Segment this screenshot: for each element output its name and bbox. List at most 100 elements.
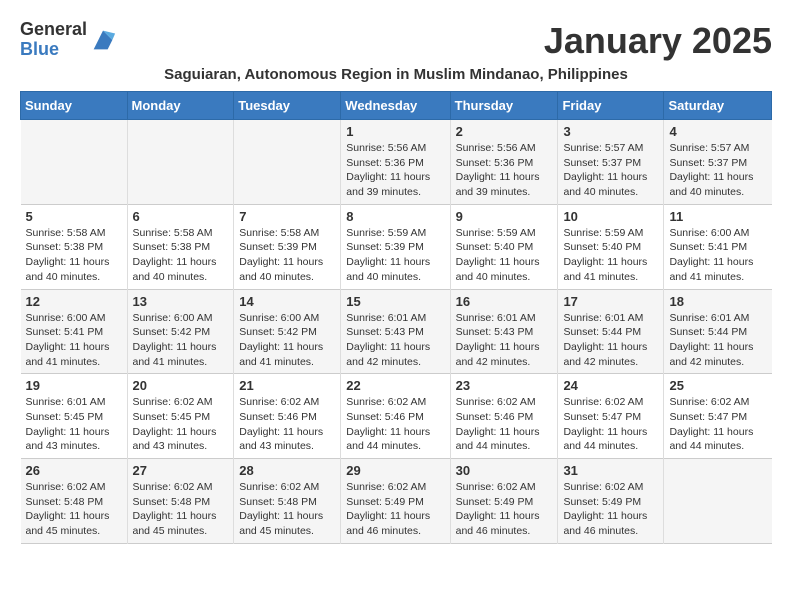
- day-info: Sunrise: 6:00 AM Sunset: 5:41 PM Dayligh…: [26, 311, 122, 370]
- calendar-cell: [234, 120, 341, 205]
- weekday-header-monday: Monday: [127, 92, 234, 120]
- day-number: 9: [456, 209, 553, 224]
- weekday-header-tuesday: Tuesday: [234, 92, 341, 120]
- calendar-week-row: 12Sunrise: 6:00 AM Sunset: 5:41 PM Dayli…: [21, 289, 772, 374]
- calendar-cell: 3 Sunrise: 5:57 AM Sunset: 5:37 PM Daylig…: [558, 120, 664, 205]
- calendar-cell: 22 Sunrise: 6:02 AM Sunset: 5:46 PM Dayli…: [341, 374, 450, 459]
- day-info: Sunrise: 5:58 AM Sunset: 5:39 PM Dayligh…: [239, 226, 335, 285]
- weekday-header-wednesday: Wednesday: [341, 92, 450, 120]
- calendar-cell: 6Sunrise: 5:58 AM Sunset: 5:38 PM Daylig…: [127, 204, 234, 289]
- day-number: 16: [456, 294, 553, 309]
- day-number: 5: [26, 209, 122, 224]
- calendar-week-row: 26 Sunrise: 6:02 AM Sunset: 5:48 PM Dayli…: [21, 459, 772, 544]
- day-number: 4: [669, 124, 766, 139]
- day-info: Sunrise: 6:01 AM Sunset: 5:44 PM Dayligh…: [669, 311, 766, 370]
- calendar-cell: 8 Sunrise: 5:59 AM Sunset: 5:39 PM Daylig…: [341, 204, 450, 289]
- day-info: Sunrise: 6:02 AM Sunset: 5:47 PM Dayligh…: [669, 395, 766, 454]
- calendar-cell: [127, 120, 234, 205]
- day-number: 3: [563, 124, 658, 139]
- day-info: Sunrise: 6:01 AM Sunset: 5:44 PM Dayligh…: [563, 311, 658, 370]
- day-number: 30: [456, 463, 553, 478]
- calendar-cell: 21 Sunrise: 6:02 AM Sunset: 5:46 PM Dayli…: [234, 374, 341, 459]
- day-info: Sunrise: 6:02 AM Sunset: 5:46 PM Dayligh…: [239, 395, 335, 454]
- calendar-cell: 14 Sunrise: 6:00 AM Sunset: 5:42 PM Dayli…: [234, 289, 341, 374]
- calendar-cell: [664, 459, 772, 544]
- calendar-cell: 27 Sunrise: 6:02 AM Sunset: 5:48 PM Dayli…: [127, 459, 234, 544]
- day-number: 14: [239, 294, 335, 309]
- calendar-cell: 26 Sunrise: 6:02 AM Sunset: 5:48 PM Dayli…: [21, 459, 128, 544]
- calendar-cell: 7Sunrise: 5:58 AM Sunset: 5:39 PM Daylig…: [234, 204, 341, 289]
- day-number: 27: [133, 463, 229, 478]
- logo-blue-text: Blue: [20, 40, 87, 60]
- day-info: Sunrise: 6:02 AM Sunset: 5:49 PM Dayligh…: [346, 480, 444, 539]
- calendar-cell: 15 Sunrise: 6:01 AM Sunset: 5:43 PM Dayli…: [341, 289, 450, 374]
- day-number: 29: [346, 463, 444, 478]
- calendar-cell: 25Sunrise: 6:02 AM Sunset: 5:47 PM Dayli…: [664, 374, 772, 459]
- logo-icon: [89, 26, 117, 54]
- page-header: General Blue January 2025: [20, 20, 772, 62]
- calendar-cell: 20 Sunrise: 6:02 AM Sunset: 5:45 PM Dayli…: [127, 374, 234, 459]
- calendar-cell: 10 Sunrise: 5:59 AM Sunset: 5:40 PM Dayli…: [558, 204, 664, 289]
- logo-general-text: General: [20, 20, 87, 40]
- day-number: 31: [563, 463, 658, 478]
- calendar-cell: [21, 120, 128, 205]
- day-info: Sunrise: 6:02 AM Sunset: 5:48 PM Dayligh…: [26, 480, 122, 539]
- day-info: Sunrise: 5:59 AM Sunset: 5:40 PM Dayligh…: [563, 226, 658, 285]
- calendar-cell: 11Sunrise: 6:00 AM Sunset: 5:41 PM Dayli…: [664, 204, 772, 289]
- day-number: 1: [346, 124, 444, 139]
- day-number: 22: [346, 378, 444, 393]
- day-info: Sunrise: 6:02 AM Sunset: 5:46 PM Dayligh…: [346, 395, 444, 454]
- day-info: Sunrise: 5:57 AM Sunset: 5:37 PM Dayligh…: [563, 141, 658, 200]
- day-number: 6: [133, 209, 229, 224]
- weekday-header-saturday: Saturday: [664, 92, 772, 120]
- calendar-cell: 16 Sunrise: 6:01 AM Sunset: 5:43 PM Dayli…: [450, 289, 558, 374]
- day-number: 23: [456, 378, 553, 393]
- calendar-cell: 29 Sunrise: 6:02 AM Sunset: 5:49 PM Dayli…: [341, 459, 450, 544]
- calendar-cell: 17Sunrise: 6:01 AM Sunset: 5:44 PM Dayli…: [558, 289, 664, 374]
- day-info: Sunrise: 5:59 AM Sunset: 5:39 PM Dayligh…: [346, 226, 444, 285]
- calendar-week-row: 1 Sunrise: 5:56 AM Sunset: 5:36 PM Daylig…: [21, 120, 772, 205]
- day-info: Sunrise: 6:02 AM Sunset: 5:48 PM Dayligh…: [239, 480, 335, 539]
- day-info: Sunrise: 6:02 AM Sunset: 5:45 PM Dayligh…: [133, 395, 229, 454]
- day-number: 21: [239, 378, 335, 393]
- day-info: Sunrise: 5:56 AM Sunset: 5:36 PM Dayligh…: [456, 141, 553, 200]
- logo: General Blue: [20, 20, 117, 60]
- day-number: 20: [133, 378, 229, 393]
- day-number: 10: [563, 209, 658, 224]
- day-info: Sunrise: 6:00 AM Sunset: 5:42 PM Dayligh…: [239, 311, 335, 370]
- weekday-header-sunday: Sunday: [21, 92, 128, 120]
- calendar-cell: 18Sunrise: 6:01 AM Sunset: 5:44 PM Dayli…: [664, 289, 772, 374]
- day-number: 8: [346, 209, 444, 224]
- calendar-table: SundayMondayTuesdayWednesdayThursdayFrid…: [20, 91, 772, 544]
- calendar-cell: 30Sunrise: 6:02 AM Sunset: 5:49 PM Dayli…: [450, 459, 558, 544]
- day-info: Sunrise: 6:01 AM Sunset: 5:43 PM Dayligh…: [346, 311, 444, 370]
- day-number: 15: [346, 294, 444, 309]
- day-info: Sunrise: 5:58 AM Sunset: 5:38 PM Dayligh…: [26, 226, 122, 285]
- calendar-cell: 19Sunrise: 6:01 AM Sunset: 5:45 PM Dayli…: [21, 374, 128, 459]
- day-info: Sunrise: 5:57 AM Sunset: 5:37 PM Dayligh…: [669, 141, 766, 200]
- calendar-cell: 1 Sunrise: 5:56 AM Sunset: 5:36 PM Daylig…: [341, 120, 450, 205]
- day-info: Sunrise: 5:59 AM Sunset: 5:40 PM Dayligh…: [456, 226, 553, 285]
- calendar-cell: 9 Sunrise: 5:59 AM Sunset: 5:40 PM Daylig…: [450, 204, 558, 289]
- day-number: 26: [26, 463, 122, 478]
- weekday-header-row: SundayMondayTuesdayWednesdayThursdayFrid…: [21, 92, 772, 120]
- day-info: Sunrise: 6:02 AM Sunset: 5:47 PM Dayligh…: [563, 395, 658, 454]
- day-number: 13: [133, 294, 229, 309]
- day-info: Sunrise: 6:02 AM Sunset: 5:46 PM Dayligh…: [456, 395, 553, 454]
- calendar-cell: 4 Sunrise: 5:57 AM Sunset: 5:37 PM Daylig…: [664, 120, 772, 205]
- day-info: Sunrise: 6:02 AM Sunset: 5:48 PM Dayligh…: [133, 480, 229, 539]
- weekday-header-friday: Friday: [558, 92, 664, 120]
- day-number: 24: [563, 378, 658, 393]
- weekday-header-thursday: Thursday: [450, 92, 558, 120]
- day-info: Sunrise: 6:01 AM Sunset: 5:45 PM Dayligh…: [26, 395, 122, 454]
- calendar-cell: 13 Sunrise: 6:00 AM Sunset: 5:42 PM Dayli…: [127, 289, 234, 374]
- calendar-week-row: 5 Sunrise: 5:58 AM Sunset: 5:38 PM Daylig…: [21, 204, 772, 289]
- calendar-subtitle: Saguiaran, Autonomous Region in Muslim M…: [20, 66, 772, 83]
- calendar-cell: 28Sunrise: 6:02 AM Sunset: 5:48 PM Dayli…: [234, 459, 341, 544]
- day-info: Sunrise: 6:01 AM Sunset: 5:43 PM Dayligh…: [456, 311, 553, 370]
- day-info: Sunrise: 6:00 AM Sunset: 5:42 PM Dayligh…: [133, 311, 229, 370]
- month-title: January 2025: [544, 20, 772, 62]
- day-info: Sunrise: 5:56 AM Sunset: 5:36 PM Dayligh…: [346, 141, 444, 200]
- calendar-body: 1 Sunrise: 5:56 AM Sunset: 5:36 PM Daylig…: [21, 120, 772, 544]
- day-info: Sunrise: 6:02 AM Sunset: 5:49 PM Dayligh…: [563, 480, 658, 539]
